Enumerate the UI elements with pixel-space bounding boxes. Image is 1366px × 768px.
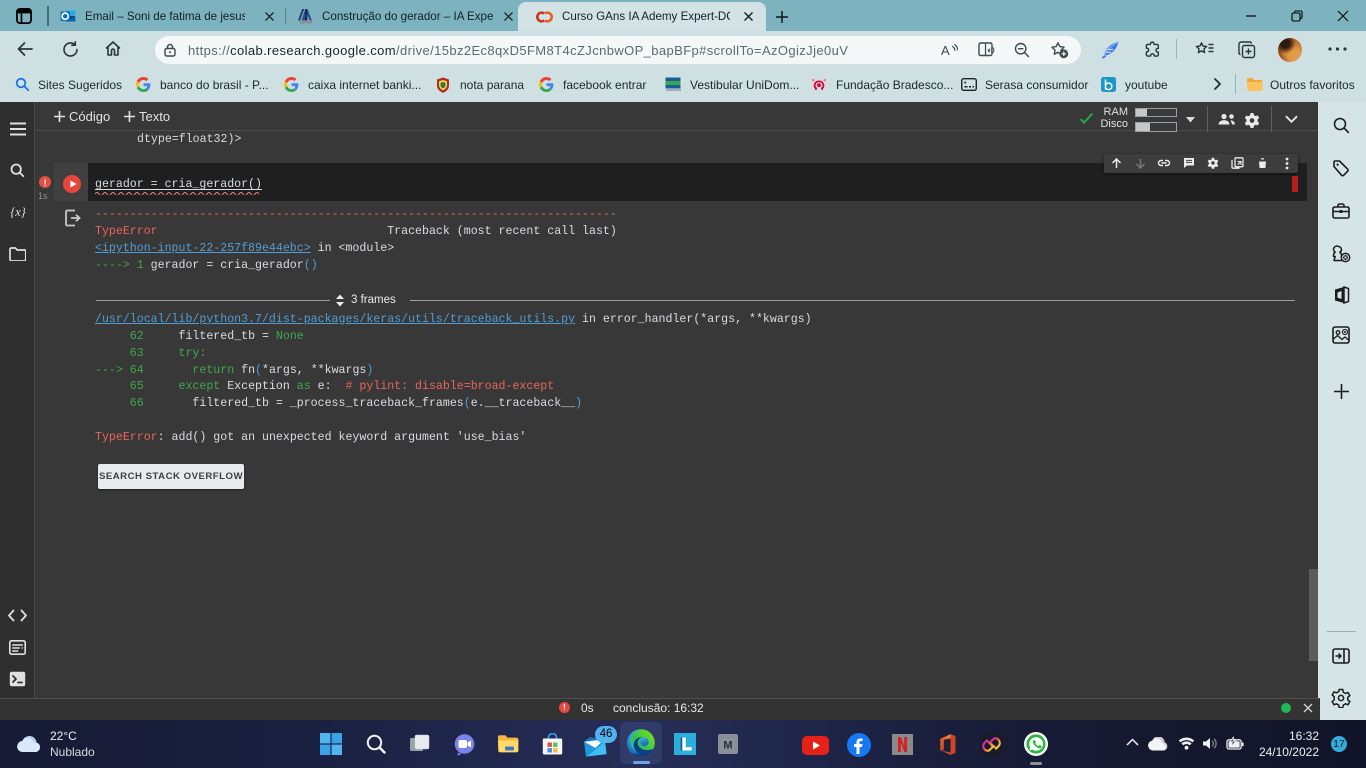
svg-text:UNIDOMUS: UNIDOMUS: [666, 88, 681, 92]
svg-text:EXPERT: EXPERT: [300, 21, 313, 24]
svg-text:A: A: [941, 43, 950, 58]
svg-text:M: M: [723, 740, 732, 752]
